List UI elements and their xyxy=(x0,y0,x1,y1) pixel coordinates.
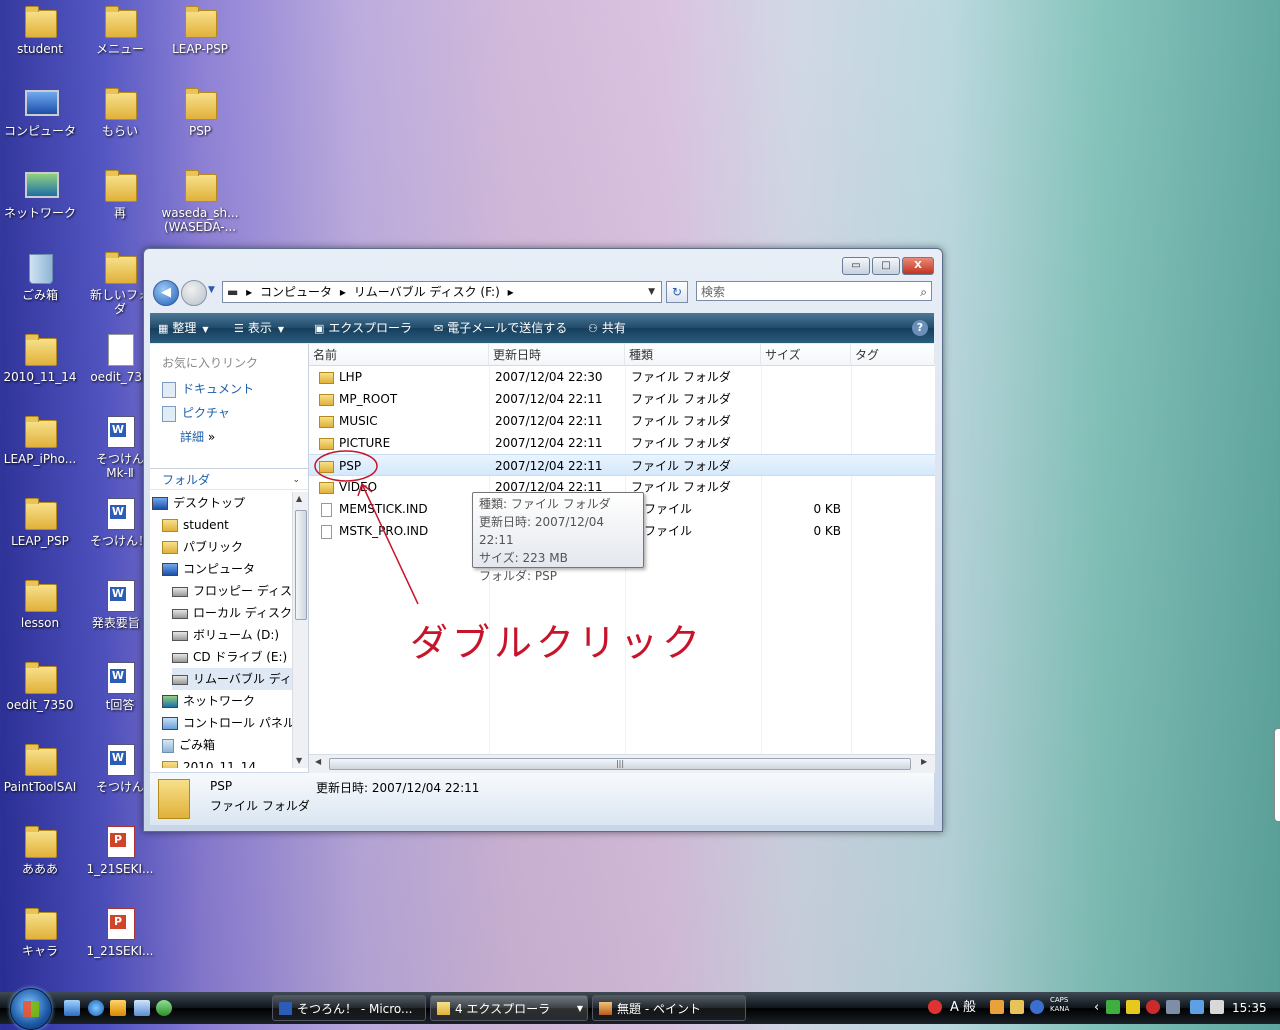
annotation-circle xyxy=(314,450,378,482)
ime-tool-icon[interactable] xyxy=(990,1000,1004,1014)
shield-icon[interactable] xyxy=(1126,1000,1140,1014)
annotation-arrow xyxy=(361,483,419,605)
caps-kana-indicator: CAPS KANA xyxy=(1050,996,1070,1013)
volume-icon[interactable] xyxy=(1210,1000,1224,1014)
word-icon xyxy=(279,1002,292,1015)
tray-expand-icon[interactable]: ‹ xyxy=(1094,992,1099,1024)
switch-windows-icon[interactable] xyxy=(134,1000,150,1016)
folder-icon xyxy=(437,1002,450,1015)
taskbar-button-word[interactable]: そつろん！ - Micro... xyxy=(272,995,426,1021)
ime-dictionary-icon[interactable] xyxy=(1010,1000,1024,1014)
show-desktop-icon[interactable] xyxy=(64,1000,80,1016)
alert-icon[interactable] xyxy=(1146,1000,1160,1014)
annotation-overlay xyxy=(314,450,419,605)
taskbar: そつろん！ - Micro... 4 エクスプローラ ▼ 無題 - ペイント A… xyxy=(0,988,1280,1030)
ime-help-icon[interactable] xyxy=(1030,1000,1044,1014)
security-icon[interactable] xyxy=(1106,1000,1120,1014)
network-icon[interactable] xyxy=(1190,1000,1204,1014)
sidebar-gadget-edge[interactable] xyxy=(1274,728,1280,822)
paint-icon xyxy=(599,1002,612,1015)
usb-device-icon[interactable] xyxy=(1166,1000,1180,1014)
clock[interactable]: 15:35 xyxy=(1232,992,1267,1024)
system-tray: A 般 CAPS KANA ‹ xyxy=(926,992,1280,1024)
messenger-icon[interactable] xyxy=(156,1000,172,1016)
media-player-icon[interactable] xyxy=(110,1000,126,1016)
taskbar-button-paint[interactable]: 無題 - ペイント xyxy=(592,995,746,1021)
ime-indicator[interactable]: A 般 xyxy=(950,992,976,1024)
internet-explorer-icon[interactable] xyxy=(88,1000,104,1016)
tray-app-icon[interactable] xyxy=(928,1000,942,1014)
chevron-down-icon[interactable]: ▼ xyxy=(577,996,583,1020)
annotation-text: ダブルクリック xyxy=(410,621,705,665)
taskbar-button-explorer[interactable]: 4 エクスプローラ ▼ xyxy=(430,995,588,1021)
